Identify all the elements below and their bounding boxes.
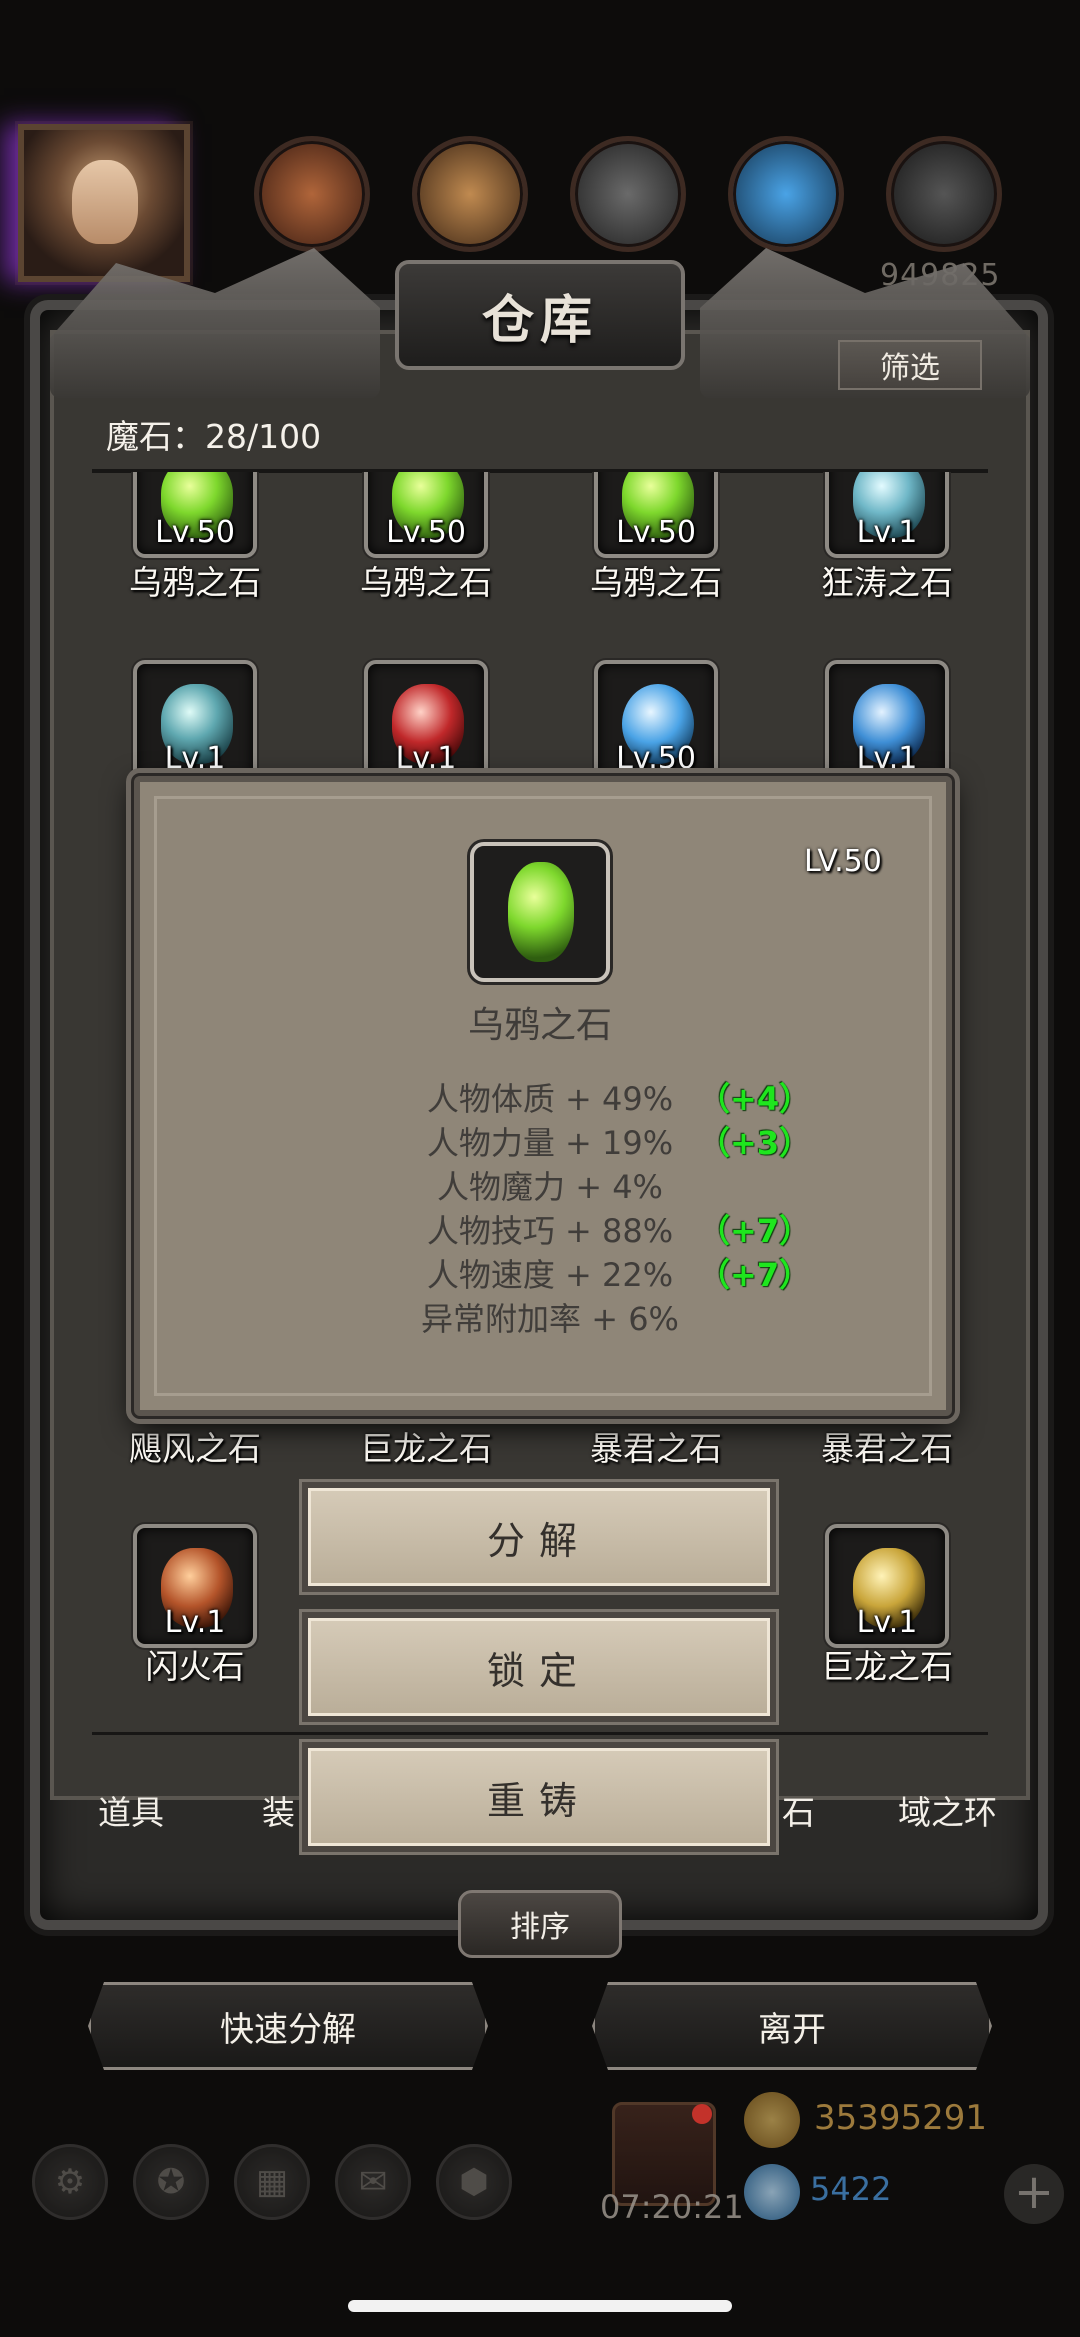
settings-gear-icon[interactable]: ⚙ [32,2144,108,2220]
detail-item-icon [470,842,610,982]
stat-line: 人物力量 + 19% [426,1124,674,1162]
quest-icon[interactable]: ▦ [234,2144,310,2220]
mail-icon[interactable]: ✉ [335,2144,411,2220]
quick-decompose-button[interactable]: 快速分解 [88,1982,488,2070]
warehouse-title-plate: 仓库 [395,260,685,370]
item-name: 巨龙之石 [821,1647,953,1686]
sort-button[interactable]: 排序 [458,1890,622,1958]
stone-icon[interactable] [570,136,686,252]
item-slot[interactable]: Lv.50 [594,660,718,784]
detail-item-name: 乌鸦之石 [467,1005,612,1046]
shop-icon[interactable]: ⬢ [436,2144,512,2220]
item-level: Lv.50 [386,515,466,550]
decompose-button[interactable]: 分解 [302,1482,776,1592]
tab-stones[interactable]: 石 [782,1786,815,1834]
achievement-icon[interactable]: ✪ [133,2144,209,2220]
gold-amount: 35395291 [814,2098,988,2138]
ore-icon[interactable] [254,136,370,252]
item-name: 飓风之石 [129,1429,261,1468]
item-level: Lv.1 [856,741,918,776]
stone-count-label-front: 魔石：28/100 [106,417,322,456]
iron-icon[interactable] [886,136,1002,252]
item-level: Lv.1 [164,741,226,776]
item-name: 暴君之石 [590,1429,722,1468]
item-name: 闪火石 [145,1647,245,1686]
add-currency-button[interactable]: + [1004,2164,1064,2224]
item-level: Lv.50 [155,515,235,550]
player-avatar[interactable] [18,124,190,282]
gift-timer: 07:20:21 [600,2188,744,2226]
bottom-divider [92,1732,988,1735]
tab-items[interactable]: 道具 [98,1786,164,1834]
item-name: 暴君之石 [821,1429,953,1468]
item-name: 乌鸦之石 [360,563,492,602]
stat-bonus: （+3） [698,1124,812,1162]
stat-line: 人物速度 + 22% [426,1256,674,1294]
stat-bonus: （+7） [698,1256,812,1294]
wood-icon[interactable] [412,136,528,252]
item-level: Lv.50 [616,515,696,550]
item-slot[interactable]: Lv.1 [364,660,488,784]
item-slot[interactable]: Lv.1 [133,660,257,784]
detail-level: LV.50 [804,844,882,879]
raven-stone-icon [508,862,574,962]
diamond-icon [744,2164,800,2220]
home-indicator[interactable] [348,2300,732,2312]
item-level: Lv.1 [395,741,457,776]
notification-dot [692,2104,712,2124]
item-level: Lv.1 [164,1605,226,1640]
item-slot[interactable]: Lv.1 [133,1524,257,1648]
avatar-face [72,160,138,244]
leave-button[interactable]: 离开 [592,1982,992,2070]
item-name: 乌鸦之石 [590,563,722,602]
tab-equipment[interactable]: 装 [262,1786,295,1834]
stat-line: 人物技巧 + 88% [426,1212,674,1250]
lock-button[interactable]: 锁定 [302,1612,776,1722]
diamond-amount: 5422 [810,2170,892,2208]
item-level: Lv.1 [856,1605,918,1640]
gold-coin-icon [744,2092,800,2148]
item-level: Lv.1 [856,515,918,550]
recast-button[interactable]: 重铸 [302,1742,776,1852]
item-slot[interactable]: Lv.1 [825,660,949,784]
stat-bonus: （+4） [698,1080,812,1118]
stat-line: 异常附加率 + 6% [421,1300,679,1338]
stat-line: 人物体质 + 49% [426,1080,674,1118]
item-name: 狂涛之石 [821,563,953,602]
item-level: Lv.50 [616,741,696,776]
item-name: 巨龙之石 [360,1429,492,1468]
stat-line: 人物魔力 + 4% [437,1168,663,1206]
stat-bonus: （+7） [698,1212,812,1250]
filter-button[interactable]: 筛选 [838,340,982,390]
tab-rings[interactable]: 域之环 [898,1786,997,1834]
page-title: 仓库 [481,290,598,351]
crystal-icon[interactable] [728,136,844,252]
item-slot[interactable]: Lv.1 [825,1524,949,1648]
item-name: 乌鸦之石 [129,563,261,602]
